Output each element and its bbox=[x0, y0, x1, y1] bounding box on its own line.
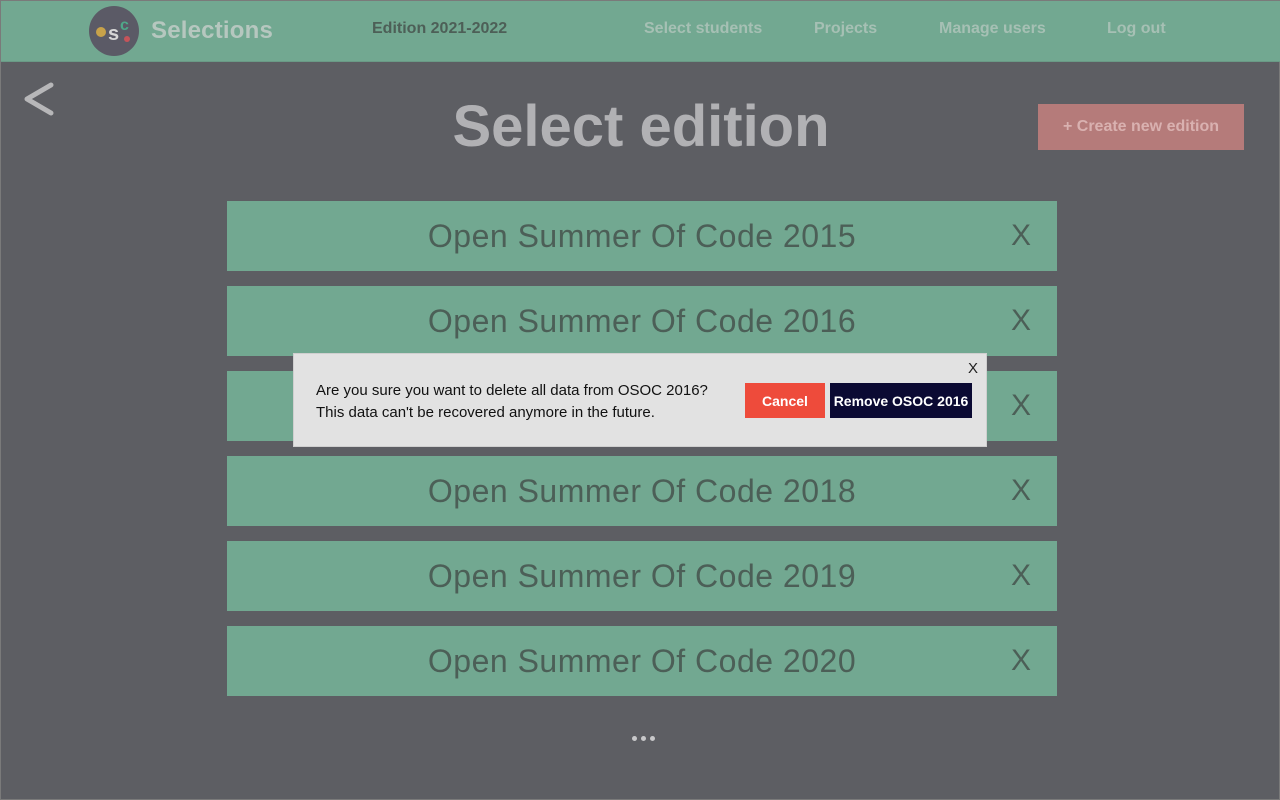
edition-row[interactable]: Open Summer Of Code 2020 X bbox=[227, 626, 1057, 696]
svg-text:s: s bbox=[108, 23, 119, 45]
nav-select-students[interactable]: Select students bbox=[644, 20, 762, 38]
edition-label: Open Summer Of Code 2016 bbox=[427, 303, 857, 339]
nav-projects[interactable]: Projects bbox=[814, 20, 877, 38]
delete-edition-button[interactable]: X bbox=[1011, 201, 1031, 271]
create-new-edition-button[interactable]: + Create new edition bbox=[1038, 104, 1244, 150]
modal-message: Are you sure you want to delete all data… bbox=[316, 380, 708, 424]
edition-label: Open Summer Of Code 2019 bbox=[427, 558, 857, 594]
edition-row[interactable]: Open Summer Of Code 2015 X bbox=[227, 201, 1057, 271]
edition-label: Open Summer Of Code 2020 bbox=[427, 643, 857, 679]
ellipsis-icon[interactable] bbox=[623, 731, 663, 745]
edition-row[interactable]: Open Summer Of Code 2016 X bbox=[227, 286, 1057, 356]
osoc-logo-icon: s c bbox=[89, 6, 139, 56]
nav-manage-users[interactable]: Manage users bbox=[939, 20, 1046, 38]
delete-edition-button[interactable]: X bbox=[1011, 541, 1031, 611]
modal-close-button[interactable]: X bbox=[968, 360, 978, 377]
current-edition-label[interactable]: Edition 2021-2022 bbox=[372, 20, 507, 38]
svg-text:c: c bbox=[120, 17, 129, 34]
ellipsis-dot bbox=[640, 735, 646, 741]
modal-message-line: This data can't be recovered anymore in … bbox=[316, 404, 655, 421]
edition-label: Open Summer Of Code 2015 bbox=[427, 218, 857, 254]
ellipsis-dot bbox=[631, 735, 637, 741]
delete-edition-button[interactable]: X bbox=[1011, 626, 1031, 696]
delete-edition-button[interactable]: X bbox=[1011, 371, 1031, 441]
edition-row[interactable]: Open Summer Of Code 2018 X bbox=[227, 456, 1057, 526]
ellipsis-dot bbox=[649, 735, 655, 741]
delete-edition-button[interactable]: X bbox=[1011, 286, 1031, 356]
top-navbar: s c Selections Edition 2021-2022 Select … bbox=[1, 1, 1280, 62]
edition-label: Open Summer Of Code 2018 bbox=[427, 473, 857, 509]
logo[interactable]: s c Selections bbox=[89, 6, 273, 56]
edition-row[interactable]: Open Summer Of Code 2019 X bbox=[227, 541, 1057, 611]
delete-edition-button[interactable]: X bbox=[1011, 456, 1031, 526]
delete-confirmation-modal: X Are you sure you want to delete all da… bbox=[293, 353, 987, 447]
nav-log-out[interactable]: Log out bbox=[1107, 20, 1166, 38]
brand-name: Selections bbox=[151, 17, 274, 44]
remove-edition-button[interactable]: Remove OSOC 2016 bbox=[830, 383, 972, 418]
cancel-button[interactable]: Cancel bbox=[745, 383, 825, 418]
modal-message-line: Are you sure you want to delete all data… bbox=[316, 382, 708, 399]
